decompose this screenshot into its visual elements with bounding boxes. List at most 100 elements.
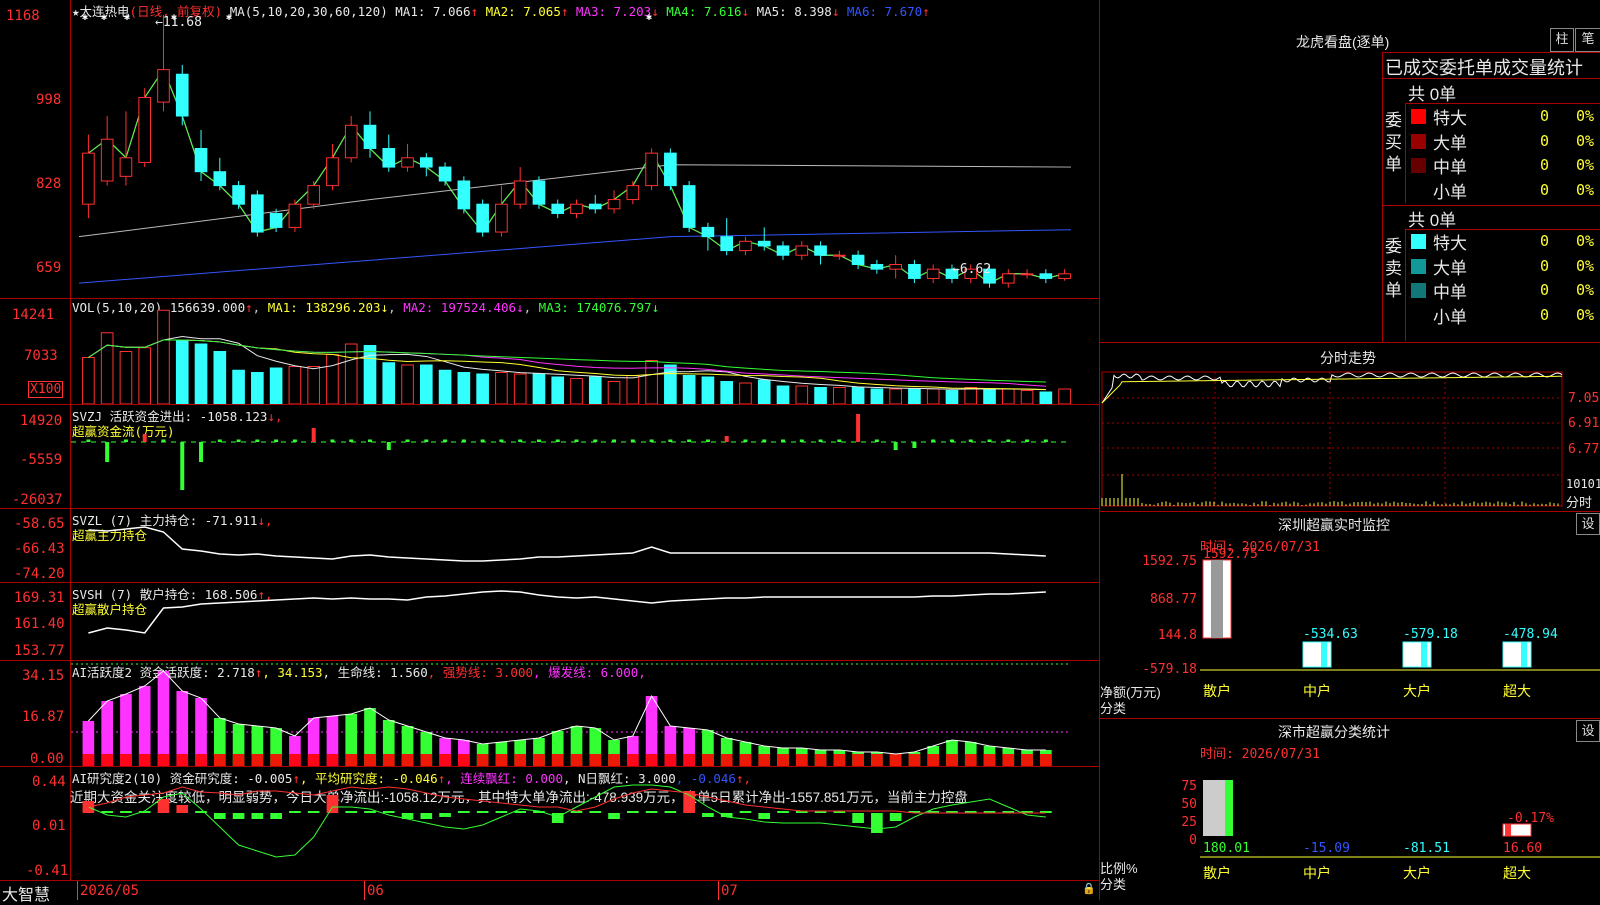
volume-bar (327, 355, 339, 405)
volume-bar (233, 370, 245, 404)
ai1-base (852, 754, 864, 766)
ai1-base (195, 754, 207, 766)
date-label: 2026/05 (80, 883, 139, 899)
lock-icon[interactable]: 🔒 (1082, 882, 1096, 895)
divider (1405, 229, 1406, 341)
ai2-bar (477, 811, 489, 813)
sz-class-chart[interactable]: 75 50 25 0 180.01 散户 -15.09 中户 -81.51 大户 -0.17% 16.… (1100, 760, 1600, 900)
intraday-avg-line (1102, 376, 1562, 403)
svzj-bar (912, 442, 916, 448)
date-tick (718, 881, 719, 900)
buy-row-percent: 0% (1576, 107, 1594, 125)
svzj-bar (687, 440, 691, 443)
volume-bar (270, 368, 282, 404)
volume-bar (477, 374, 489, 404)
svsh-tick: 153.77 (14, 643, 65, 659)
sell-row-name: 大单 (1433, 254, 1467, 279)
svzj-bar (668, 440, 672, 443)
sz-class-xlabel: 分类 (1100, 874, 1126, 893)
svzj-bar (1025, 440, 1029, 443)
candle-body (721, 237, 733, 251)
candle-body (777, 246, 789, 255)
ai1-base (777, 754, 789, 766)
candle-body (477, 204, 489, 232)
candle-body (927, 269, 939, 278)
candle-body (646, 153, 658, 185)
sz-monitor-settings-button[interactable]: 设 (1576, 513, 1600, 535)
candle-body (158, 70, 170, 102)
ai1-base (1002, 754, 1014, 766)
candle-body (83, 153, 95, 204)
buy-legend-swatch (1411, 134, 1426, 149)
ai1-base (214, 754, 226, 766)
candle-body (439, 167, 451, 181)
ai-research-chart[interactable] (71, 767, 1099, 880)
svzj-bar (368, 440, 372, 443)
ai1-base (327, 754, 339, 766)
svsh-line (88, 591, 1045, 633)
svzl-chart[interactable] (71, 509, 1099, 582)
sell-legend-swatch (1411, 283, 1426, 298)
svzj-bar (499, 440, 503, 443)
ai1-base (101, 754, 113, 766)
ai-activity-chart[interactable] (71, 661, 1099, 766)
ai1-tick: 34.15 (22, 668, 64, 684)
ai2-bar (777, 811, 789, 813)
svsh-chart[interactable] (71, 583, 1099, 660)
volume-bar (252, 373, 264, 405)
volume-bar (514, 374, 526, 404)
price-tick: 1168 (6, 8, 40, 24)
svzj-bar (237, 440, 241, 443)
svzj-chart[interactable] (71, 405, 1099, 508)
ai1-base (289, 754, 301, 766)
ai1-base (345, 754, 357, 766)
date-label: 07 (721, 883, 738, 899)
sz-class-title: 深市超赢分类统计 (1278, 722, 1390, 742)
svzl-line (88, 527, 1045, 561)
candle-body (627, 186, 639, 200)
volume-bar (965, 388, 977, 405)
divider (1100, 718, 1600, 719)
buy-row-percent: 0% (1576, 132, 1594, 150)
sz-monitor-chart[interactable]: 1592.75 868.77 144.8 -579.18 1592.75 散户 -534.6… (1100, 548, 1600, 718)
ai1-base (477, 754, 489, 766)
volume-bar (1040, 392, 1052, 404)
ai2-bar (214, 813, 226, 819)
bar-mode-button[interactable]: 柱 (1550, 28, 1574, 52)
volume-bar (458, 373, 470, 405)
ai1-base (458, 754, 470, 766)
ai1-base (139, 754, 151, 766)
sell-row-name: 中单 (1433, 278, 1467, 303)
svzj-bar (387, 442, 391, 450)
sz-class-extra: -0.17% (1507, 811, 1554, 826)
svzj-bar (443, 440, 447, 443)
candle-body (345, 125, 357, 157)
ai2-bar (871, 813, 883, 833)
candle-body (289, 204, 301, 227)
svzj-bar (950, 440, 954, 443)
candle-body (214, 172, 226, 186)
svzj-bar (86, 440, 90, 443)
sz-monitor-category: 中户 (1303, 683, 1331, 700)
volume-chart[interactable] (71, 299, 1099, 404)
ai1-base (589, 754, 601, 766)
ai1-base (233, 754, 245, 766)
candlestick-chart[interactable]: ✱ ✱ ✱ ✱ ✱ ✱ (71, 0, 1099, 297)
intraday-chart[interactable] (1100, 370, 1565, 508)
ai1-base (533, 754, 545, 766)
vol-unit-badge[interactable]: X100 (28, 381, 63, 398)
ai1-base (439, 754, 451, 766)
marker-star-icon: ✱ (101, 12, 107, 23)
volume-bar (83, 358, 95, 405)
ai2-bar (740, 811, 752, 813)
tick-mode-button[interactable]: 笔 (1575, 28, 1600, 52)
ai1-base (383, 754, 395, 766)
low-annotation: ←6.62 (952, 262, 991, 277)
buy-total: 共 0单 (1408, 80, 1456, 105)
ai2-bar (665, 811, 677, 813)
sell-legend-swatch (1411, 234, 1426, 249)
sz-class-settings-button[interactable]: 设 (1576, 720, 1600, 742)
ai1-base (683, 754, 695, 766)
svzj-bar (837, 440, 841, 443)
ai2-bar (852, 813, 864, 823)
